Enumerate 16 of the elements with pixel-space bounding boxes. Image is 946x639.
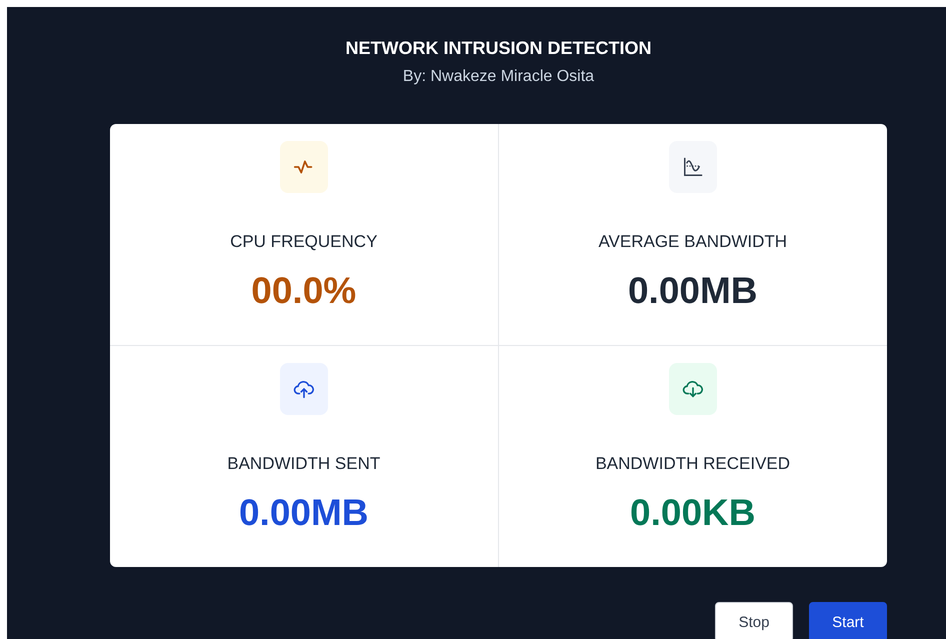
metric-label: CPU FREQUENCY [230, 232, 378, 252]
metric-label: AVERAGE BANDWIDTH [598, 232, 788, 252]
author-line: By: Nwakeze Miracle Osita [402, 68, 594, 86]
metric-value: 0.00MB [628, 270, 758, 312]
metric-value: 0.00MB [238, 492, 369, 534]
page-title: NETWORK INTRUSION DETECTION [346, 38, 652, 59]
metric-value: 00.0% [251, 270, 356, 312]
chart-icon [668, 141, 717, 193]
metric-value: 0.00KB [630, 492, 756, 534]
pulse-icon [280, 141, 328, 193]
cloud-upload-icon [280, 363, 328, 415]
cloud-download-icon [668, 363, 717, 415]
start-button[interactable]: Start [809, 602, 887, 639]
stop-button[interactable]: Stop [715, 602, 793, 639]
metric-label: BANDWIDTH RECEIVED [595, 454, 790, 474]
metric-label: BANDWIDTH SENT [227, 454, 380, 474]
